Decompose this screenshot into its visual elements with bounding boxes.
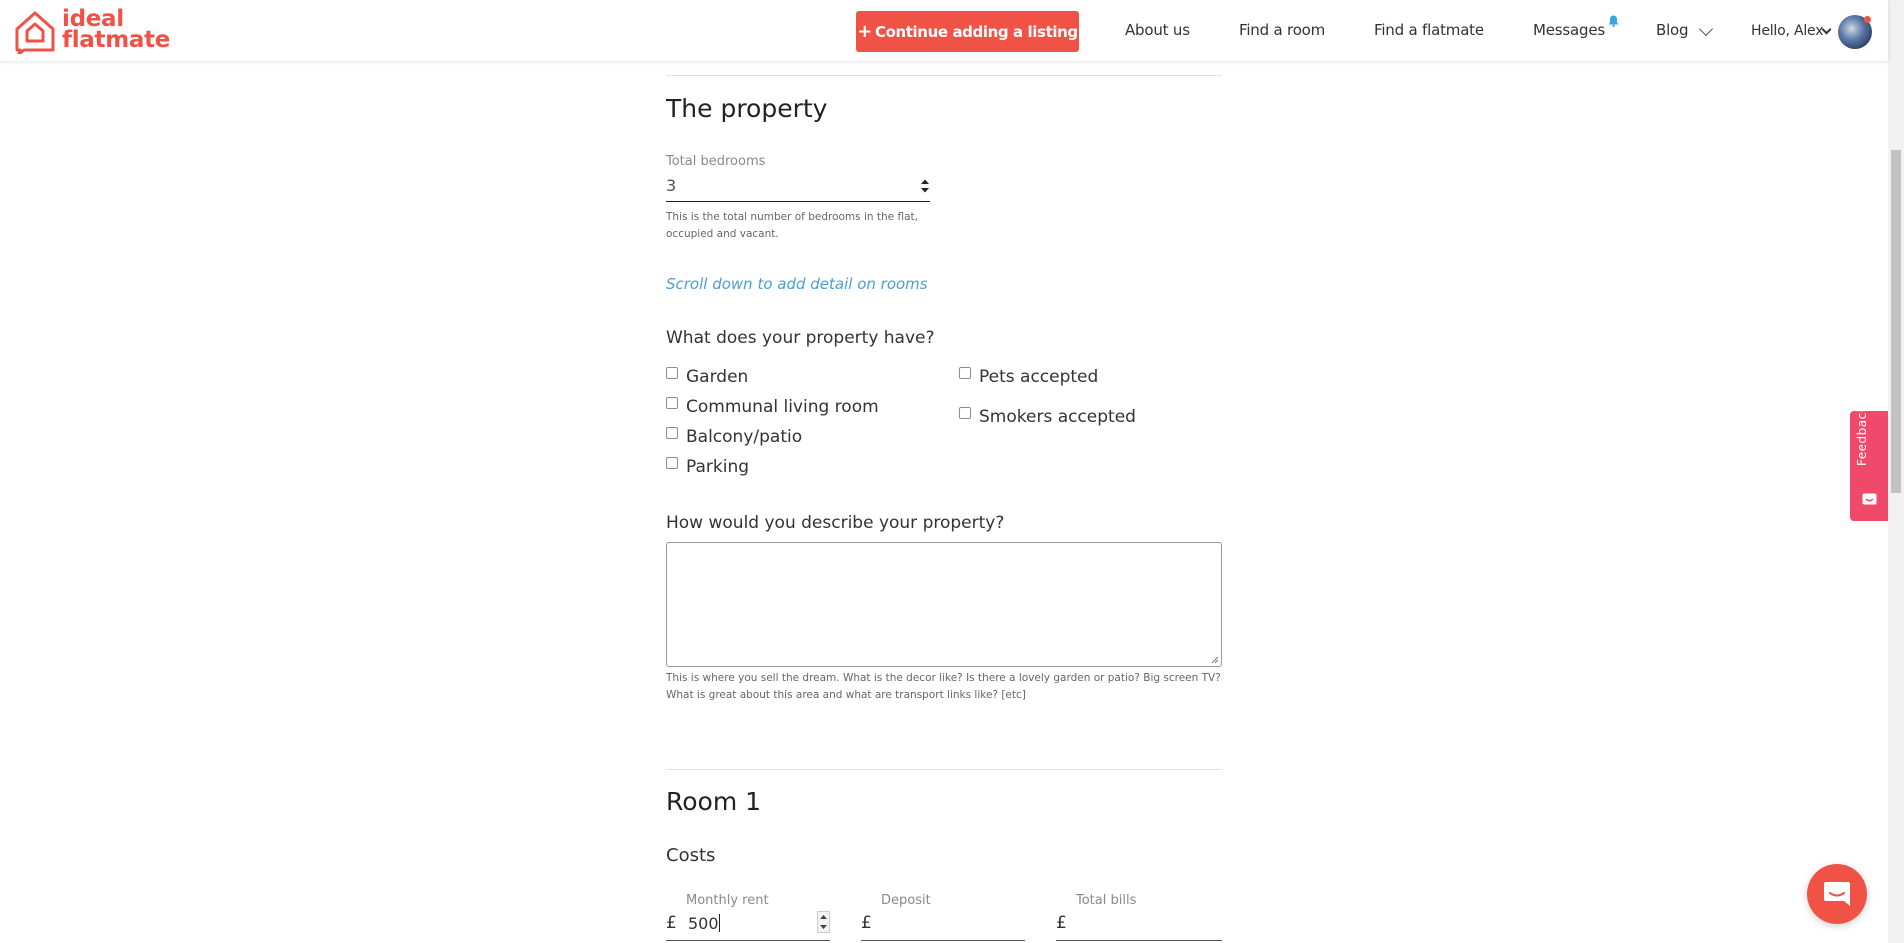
deposit-currency: £	[861, 913, 872, 933]
feature-balcony-patio[interactable]: Balcony/patio	[666, 427, 802, 447]
monthly-rent-input[interactable]: 500	[688, 914, 719, 933]
logo-text: ideal flatmate	[62, 8, 171, 53]
user-greeting[interactable]: Hello, Alex	[1751, 23, 1824, 39]
logo[interactable]: ideal flatmate	[14, 8, 171, 54]
deposit-field[interactable]: Deposit £	[861, 893, 1025, 941]
property-heading: The property	[666, 94, 828, 123]
total-bills-currency: £	[1056, 913, 1067, 933]
features-question: What does your property have?	[666, 328, 935, 348]
monthly-rent-label: Monthly rent	[686, 893, 769, 908]
chat-icon	[1824, 882, 1850, 906]
total-bedrooms-value: 3	[666, 176, 677, 195]
total-bedrooms-select[interactable]: 3	[666, 172, 930, 202]
section-divider	[666, 75, 1222, 76]
communal-living-room-label[interactable]: Communal living room	[686, 397, 879, 417]
select-arrows-icon	[921, 179, 929, 193]
room-heading: Room 1	[666, 787, 762, 816]
garden-label[interactable]: Garden	[686, 367, 748, 387]
garden-checkbox[interactable]	[666, 367, 678, 379]
support-chat-button[interactable]	[1807, 864, 1867, 924]
blog-chevron-down-icon[interactable]	[1698, 21, 1714, 37]
nav-messages[interactable]: Messages	[1533, 21, 1605, 39]
feedback-label: Feedback	[1855, 404, 1869, 466]
balcony-patio-label[interactable]: Balcony/patio	[686, 427, 802, 447]
continue-listing-button[interactable]: + Continue adding a listing	[856, 11, 1079, 52]
text-cursor	[718, 914, 720, 932]
page-scrollbar-thumb[interactable]	[1891, 150, 1901, 493]
describe-question: How would you describe your property?	[666, 513, 1005, 533]
nav-about-us[interactable]: About us	[1125, 21, 1190, 39]
smokers-accepted-checkbox[interactable]	[959, 407, 971, 419]
smiley-chat-icon	[1862, 493, 1877, 505]
nav-find-a-flatmate[interactable]: Find a flatmate	[1374, 21, 1484, 39]
feature-communal-living-room[interactable]: Communal living room	[666, 397, 879, 417]
bedrooms-help-text: This is the total number of bedrooms in …	[666, 211, 918, 240]
resize-grip-icon[interactable]	[1211, 656, 1219, 664]
continue-listing-label: Continue adding a listing	[874, 22, 1078, 41]
balcony-patio-checkbox[interactable]	[666, 427, 678, 439]
nav-blog[interactable]: Blog	[1656, 21, 1689, 39]
number-spinner-icon[interactable]	[817, 911, 830, 933]
monthly-rent-currency: £	[666, 913, 677, 933]
costs-heading: Costs	[666, 845, 716, 866]
smokers-accepted-label[interactable]: Smokers accepted	[979, 407, 1136, 427]
section-divider	[666, 769, 1222, 770]
house-logo-icon	[15, 11, 55, 54]
feature-pets-accepted[interactable]: Pets accepted	[959, 367, 1098, 387]
notification-bell-icon	[1608, 15, 1619, 27]
property-description-textarea[interactable]	[666, 542, 1222, 667]
communal-living-room-checkbox[interactable]	[666, 397, 678, 409]
nav-find-a-room[interactable]: Find a room	[1239, 21, 1325, 39]
total-bills-field[interactable]: Total bills £	[1056, 893, 1222, 941]
plus-icon: +	[857, 21, 872, 42]
scroll-to-rooms-link[interactable]: Scroll down to add detail on rooms	[666, 275, 928, 293]
logo-line-2: flatmate	[62, 27, 171, 53]
feature-garden[interactable]: Garden	[666, 367, 748, 387]
total-bills-label: Total bills	[1076, 893, 1137, 908]
pets-accepted-checkbox[interactable]	[959, 367, 971, 379]
pets-accepted-label[interactable]: Pets accepted	[979, 367, 1098, 387]
feature-smokers-accepted[interactable]: Smokers accepted	[959, 407, 1136, 427]
top-navbar: ideal flatmate + Continue adding a listi…	[0, 0, 1888, 61]
deposit-label: Deposit	[881, 893, 931, 908]
total-bedrooms-label: Total bedrooms	[666, 154, 766, 169]
feedback-tab[interactable]: Feedback	[1850, 405, 1888, 521]
parking-label[interactable]: Parking	[686, 457, 749, 477]
parking-checkbox[interactable]	[666, 457, 678, 469]
monthly-rent-field[interactable]: Monthly rent £ 500	[666, 893, 830, 941]
avatar-status-dot	[1864, 16, 1871, 23]
description-help-text: This is where you sell the dream. What i…	[666, 672, 1221, 701]
feature-parking[interactable]: Parking	[666, 457, 749, 477]
